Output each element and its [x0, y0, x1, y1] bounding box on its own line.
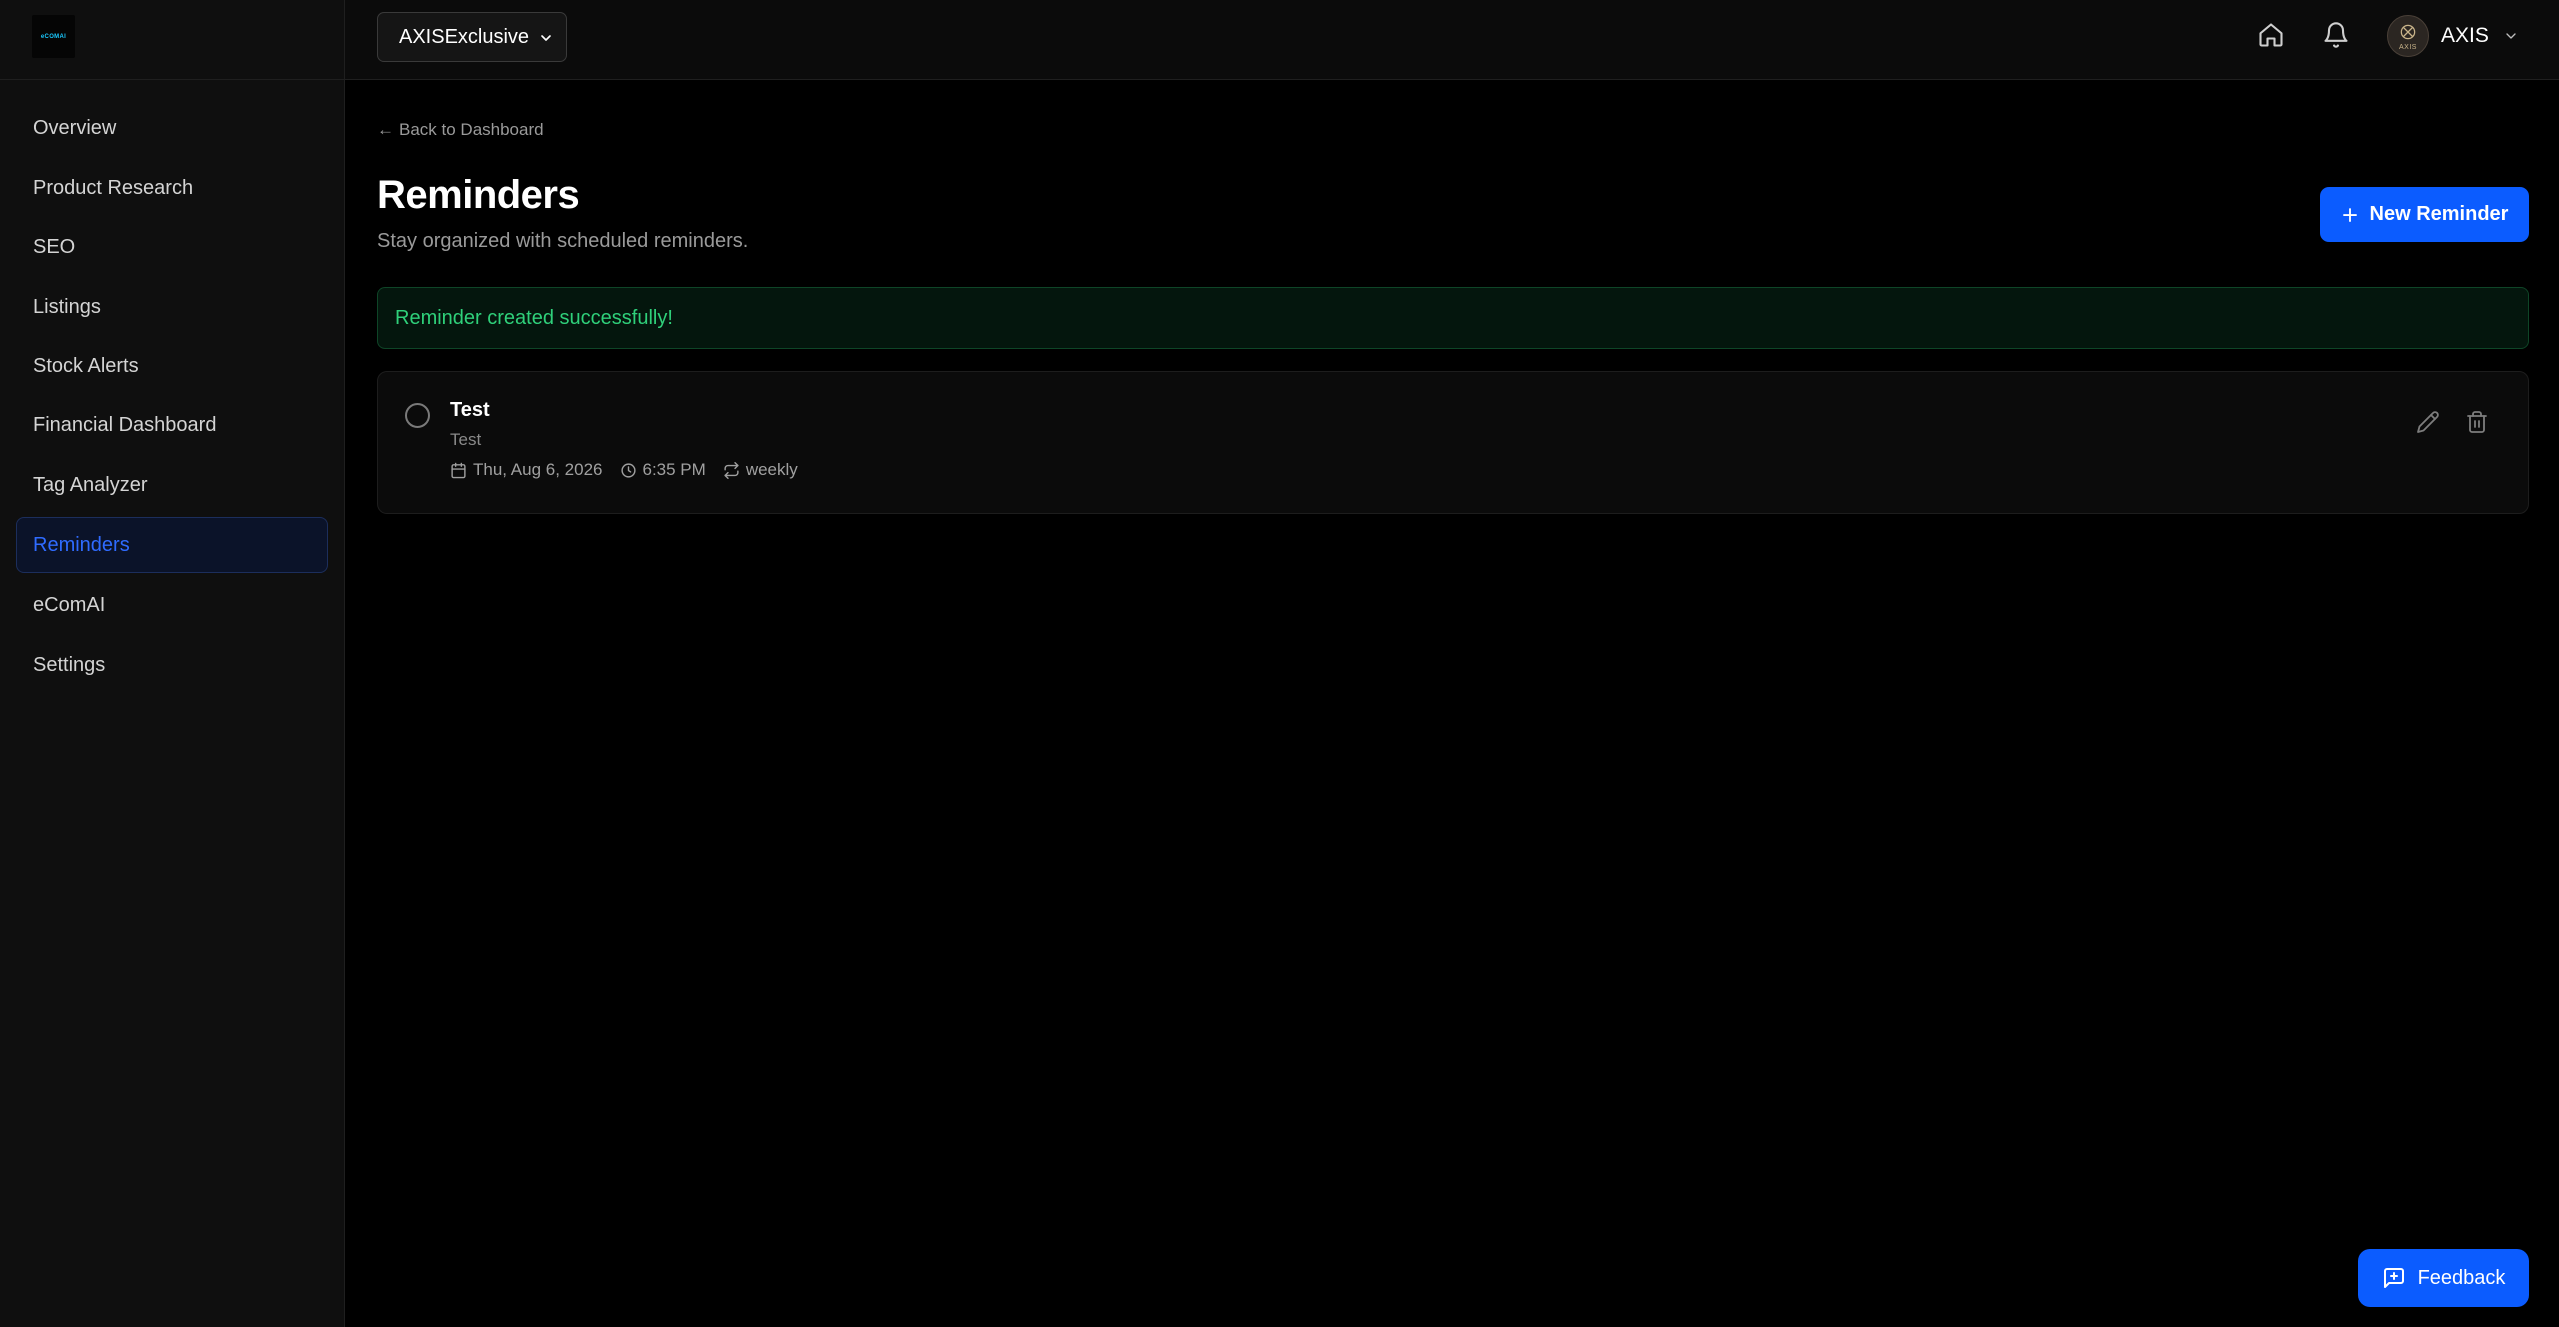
plus-icon [2342, 207, 2357, 222]
sidebar-item-listings[interactable]: Listings [16, 279, 328, 335]
bell-icon[interactable] [2322, 21, 2350, 49]
reminder-description: Test [450, 430, 482, 449]
sidebar-item-reminders[interactable]: Reminders [16, 517, 328, 573]
clock-icon [620, 462, 636, 478]
sidebar-item-settings[interactable]: Settings [16, 637, 328, 693]
success-alert: Reminder created successfully! [377, 287, 2529, 349]
user-name: AXIS [2441, 24, 2489, 47]
reminder-title: Test [450, 399, 490, 421]
back-to-dashboard-link[interactable]: ← Back to Dashboard [377, 120, 544, 140]
reminder-date: Thu, Aug 6, 2026 [450, 460, 603, 480]
page-title: Reminders [377, 173, 580, 217]
reminder-card: Test Test Thu, Aug 6, 2026 6:35 PM weekl… [377, 371, 2529, 514]
sidebar-item-ecomai[interactable]: eComAI [16, 577, 328, 633]
avatar-emblem-icon [2400, 24, 2416, 40]
store-selector-value: AXISExclusive [399, 25, 530, 48]
reminder-date-text: Thu, Aug 6, 2026 [473, 460, 603, 479]
sidebar-item-product-research[interactable]: Product Research [16, 160, 328, 216]
reminder-recurrence: weekly [723, 460, 798, 480]
sidebar-item-stock-alerts[interactable]: Stock Alerts [16, 338, 328, 394]
app-root: eCOMAI Overview Product Research SEO Lis… [0, 0, 2559, 1327]
back-link-label: Back to Dashboard [399, 120, 544, 139]
sidebar-item-financial-dashboard[interactable]: Financial Dashboard [16, 397, 328, 453]
chevron-down-icon [541, 35, 551, 41]
reminder-time-text: 6:35 PM [642, 460, 706, 479]
reminder-recurrence-text: weekly [745, 460, 798, 479]
chevron-down-icon [2506, 33, 2516, 39]
repeat-icon [724, 461, 739, 479]
message-plus-icon [2383, 1268, 2404, 1288]
reminder-meta: Thu, Aug 6, 2026 6:35 PM weekly [450, 460, 815, 480]
sidebar-logo-area: eCOMAI [0, 0, 344, 80]
sidebar: eCOMAI Overview Product Research SEO Lis… [0, 0, 345, 1327]
main-content: ← Back to Dashboard Reminders Stay organ… [345, 80, 2559, 1327]
sidebar-item-seo[interactable]: SEO [16, 219, 328, 275]
edit-icon[interactable] [2416, 410, 2440, 434]
reminder-complete-toggle[interactable] [405, 403, 430, 428]
sidebar-item-tag-analyzer[interactable]: Tag Analyzer [16, 457, 328, 513]
trash-icon[interactable] [2465, 410, 2489, 434]
brand-logo-text: eCOMAI [40, 33, 67, 40]
avatar-monogram: AXIS [2399, 44, 2417, 51]
new-reminder-label: New Reminder [2369, 203, 2509, 225]
store-selector[interactable]: AXISExclusive [377, 12, 567, 62]
page-subtitle: Stay organized with scheduled reminders. [377, 230, 749, 252]
reminder-time: 6:35 PM [620, 460, 706, 480]
success-alert-text: Reminder created successfully! [395, 306, 673, 329]
top-header: AXISExclusive AXIS AXIS [345, 0, 2559, 80]
home-icon[interactable] [2257, 21, 2285, 49]
user-menu[interactable]: AXIS AXIS [2387, 13, 2537, 59]
calendar-icon [451, 462, 466, 478]
arrow-left-icon: ← [377, 120, 394, 139]
sidebar-item-overview[interactable]: Overview [16, 100, 328, 156]
avatar: AXIS [2387, 15, 2429, 57]
brand-logo[interactable]: eCOMAI [32, 15, 75, 58]
feedback-button[interactable]: Feedback [2358, 1249, 2529, 1307]
new-reminder-button[interactable]: New Reminder [2320, 187, 2529, 242]
feedback-label: Feedback [2417, 1266, 2506, 1289]
